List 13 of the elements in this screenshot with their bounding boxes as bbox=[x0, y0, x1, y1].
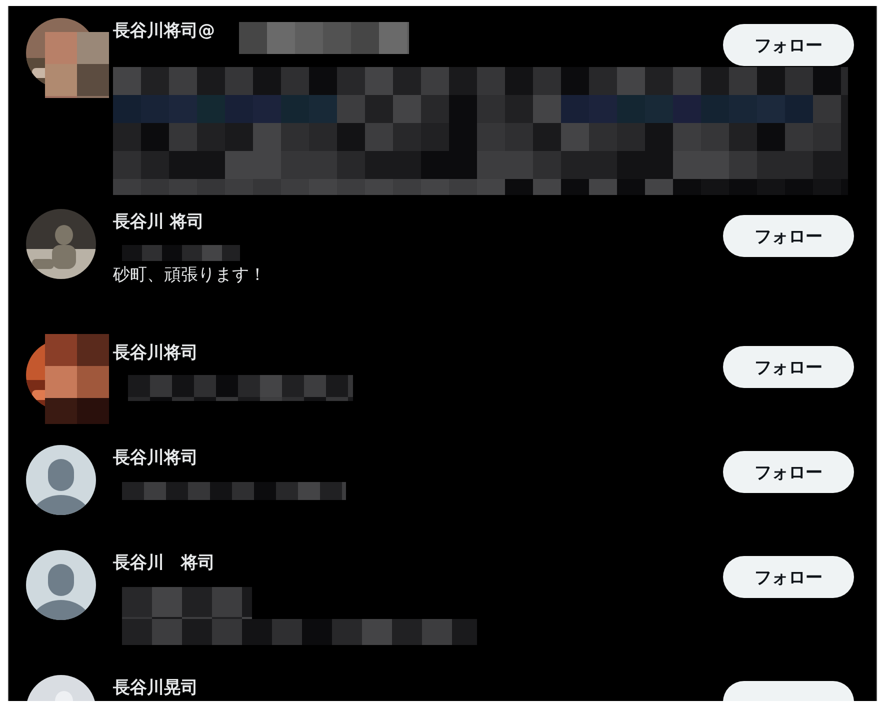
user-name: 長谷川将司 bbox=[113, 342, 198, 364]
redaction-mosaic bbox=[45, 32, 109, 98]
user-name: 長谷川 将司 bbox=[113, 552, 215, 574]
user-name: 長谷川将司@ bbox=[113, 20, 215, 42]
follow-button[interactable]: フォロー bbox=[723, 556, 854, 598]
follow-button[interactable]: フォロー bbox=[723, 451, 854, 493]
follow-button[interactable]: フォロー bbox=[723, 346, 854, 388]
user-bio: 砂町、頑張ります！ bbox=[113, 264, 267, 287]
user-name: 長谷川晃司 bbox=[113, 677, 198, 699]
follow-button[interactable]: フォロー bbox=[723, 215, 854, 257]
user-name: 長谷川 将司 bbox=[113, 211, 204, 233]
user-name: 長谷川将司 bbox=[113, 447, 198, 469]
follow-button[interactable]: フォロー bbox=[723, 24, 854, 66]
